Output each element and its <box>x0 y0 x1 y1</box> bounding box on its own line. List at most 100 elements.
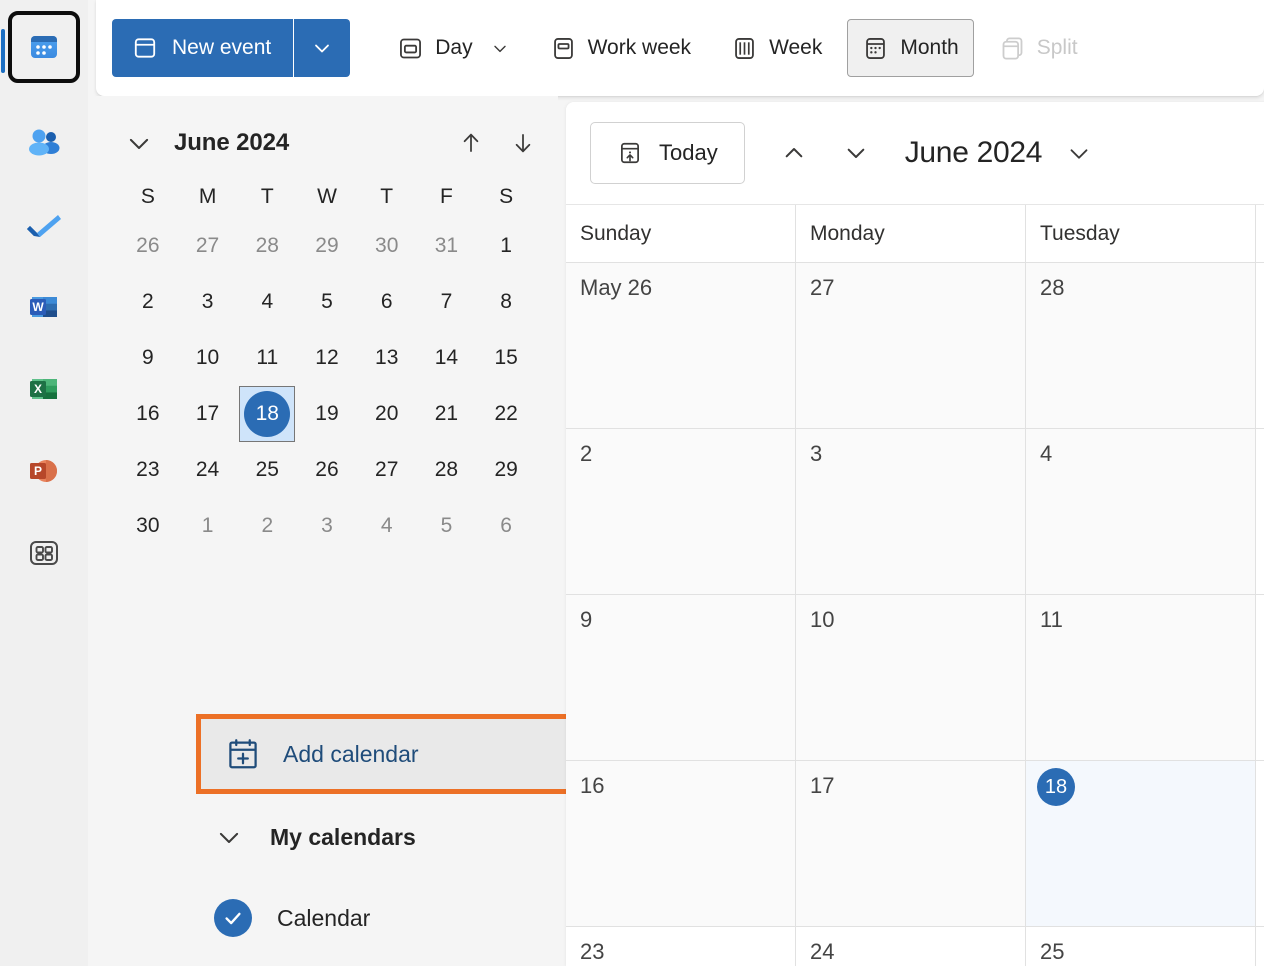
calendar-day-cell[interactable]: May 26 <box>566 263 796 428</box>
mini-calendar-day[interactable]: 1 <box>483 223 529 269</box>
mini-calendar-day-cell[interactable]: 31 <box>417 218 477 274</box>
mini-calendar-day[interactable]: 5 <box>423 503 469 549</box>
mini-calendar-day-cell[interactable]: 11 <box>237 330 297 386</box>
checkmark-circle-icon[interactable] <box>214 899 252 937</box>
calendar-next-button[interactable] <box>837 134 875 172</box>
mini-calendar-day[interactable]: 29 <box>483 447 529 493</box>
my-calendars-header[interactable]: My calendars <box>214 822 416 852</box>
mini-calendar-day[interactable]: 8 <box>483 279 529 325</box>
calendar-prev-button[interactable] <box>775 134 813 172</box>
mini-calendar-day-cell[interactable]: 21 <box>417 386 477 442</box>
mini-calendar-day-cell[interactable]: 8 <box>476 274 536 330</box>
mini-calendar-day-cell[interactable]: 26 <box>297 442 357 498</box>
mini-calendar-day-cell[interactable]: 16 <box>118 386 178 442</box>
mini-calendar-day[interactable]: 23 <box>125 447 171 493</box>
mini-calendar-day-cell[interactable]: 6 <box>476 498 536 554</box>
mini-calendar-day-cell[interactable]: 30 <box>118 498 178 554</box>
mini-calendar-day-cell[interactable]: 22 <box>476 386 536 442</box>
mini-calendar-day-cell[interactable]: 17 <box>178 386 238 442</box>
mini-calendar-day-cell[interactable]: 5 <box>417 498 477 554</box>
mini-calendar-day-cell[interactable]: 14 <box>417 330 477 386</box>
mini-calendar-day[interactable]: 7 <box>423 279 469 325</box>
mini-calendar-day-cell[interactable]: 2 <box>237 498 297 554</box>
rail-item-calendar[interactable] <box>1 11 80 83</box>
mini-calendar-day-cell[interactable]: 19 <box>297 386 357 442</box>
calendar-day-cell[interactable]: 11 <box>1026 595 1256 760</box>
view-button-day[interactable]: Day <box>382 19 524 77</box>
mini-calendar-day[interactable]: 25 <box>244 447 290 493</box>
mini-calendar-day[interactable]: 11 <box>244 335 290 381</box>
mini-calendar-day[interactable]: 1 <box>185 503 231 549</box>
mini-calendar-day[interactable]: 2 <box>125 279 171 325</box>
mini-calendar-day-cell[interactable]: 29 <box>297 218 357 274</box>
calendar-day-cell[interactable]: 3 <box>796 429 1026 594</box>
calendar-day-cell[interactable]: 9 <box>566 595 796 760</box>
mini-calendar-day[interactable]: 20 <box>364 391 410 437</box>
mini-calendar-day-cell[interactable]: 2 <box>118 274 178 330</box>
calendar-month-picker-button[interactable] <box>1064 138 1094 168</box>
calendar-day-cell[interactable]: 25 <box>1026 927 1256 966</box>
mini-calendar-today[interactable]: 18 <box>244 391 291 437</box>
calendar-day-cell[interactable]: 2 <box>566 429 796 594</box>
mini-calendar-day-cell[interactable]: 26 <box>118 218 178 274</box>
mini-calendar-day[interactable]: 26 <box>125 223 171 269</box>
calendar-day-cell[interactable]: 17 <box>796 761 1026 926</box>
calendar-day-cell[interactable]: 4 <box>1026 429 1256 594</box>
mini-calendar-day[interactable]: 21 <box>423 391 469 437</box>
mini-calendar-day-cell[interactable]: 5 <box>297 274 357 330</box>
mini-calendar-day[interactable]: 17 <box>185 391 231 437</box>
rail-item-more-apps[interactable] <box>8 517 80 589</box>
mini-calendar-day[interactable]: 27 <box>185 223 231 269</box>
view-button-month[interactable]: Month <box>847 19 974 77</box>
calendar-day-cell[interactable]: 24 <box>796 927 1026 966</box>
mini-calendar-day-cell[interactable]: 23 <box>118 442 178 498</box>
mini-calendar-day-cell[interactable]: 3 <box>178 274 238 330</box>
mini-calendar-collapse-button[interactable] <box>122 128 156 158</box>
mini-calendar-day-cell[interactable]: 10 <box>178 330 238 386</box>
mini-calendar-day[interactable]: 6 <box>364 279 410 325</box>
rail-item-people[interactable] <box>8 107 80 179</box>
rail-item-powerpoint[interactable]: P <box>8 435 80 507</box>
mini-calendar-day[interactable]: 27 <box>364 447 410 493</box>
mini-calendar-day-cell[interactable]: 27 <box>357 442 417 498</box>
mini-calendar-day-cell[interactable]: 7 <box>417 274 477 330</box>
calendar-day-cell[interactable]: 28 <box>1026 263 1256 428</box>
mini-calendar-day-cell[interactable]: 1 <box>178 498 238 554</box>
mini-calendar-day[interactable]: 31 <box>423 223 469 269</box>
mini-calendar-day[interactable]: 28 <box>244 223 290 269</box>
mini-calendar-day-cell[interactable]: 3 <box>297 498 357 554</box>
mini-calendar-day-cell[interactable]: 20 <box>357 386 417 442</box>
mini-calendar-day[interactable]: 24 <box>185 447 231 493</box>
mini-calendar-day[interactable]: 13 <box>364 335 410 381</box>
mini-calendar-day-cell[interactable]: 24 <box>178 442 238 498</box>
mini-calendar-day[interactable]: 9 <box>125 335 171 381</box>
mini-calendar-day[interactable]: 30 <box>125 503 171 549</box>
mini-calendar-day-cell[interactable]: 9 <box>118 330 178 386</box>
day-dropdown-caret[interactable] <box>490 38 510 58</box>
mini-calendar-day[interactable]: 19 <box>304 391 350 437</box>
mini-calendar-day[interactable]: 12 <box>304 335 350 381</box>
rail-item-todo[interactable] <box>8 189 80 261</box>
mini-calendar-day[interactable]: 22 <box>483 391 529 437</box>
mini-calendar-day-cell[interactable]: 28 <box>417 442 477 498</box>
calendar-day-cell[interactable]: 18 <box>1026 761 1256 926</box>
mini-calendar-day-cell[interactable]: 27 <box>178 218 238 274</box>
view-button-week[interactable]: Week <box>716 19 837 77</box>
mini-calendar-day[interactable]: 4 <box>244 279 290 325</box>
mini-calendar-day[interactable]: 30 <box>364 223 410 269</box>
mini-calendar-day[interactable]: 3 <box>185 279 231 325</box>
mini-calendar-day[interactable]: 5 <box>304 279 350 325</box>
calendar-day-cell[interactable]: 10 <box>796 595 1026 760</box>
mini-calendar-day[interactable]: 10 <box>185 335 231 381</box>
mini-calendar-day-cell[interactable]: 4 <box>237 274 297 330</box>
mini-calendar-day[interactable]: 29 <box>304 223 350 269</box>
mini-calendar-day-cell[interactable]: 28 <box>237 218 297 274</box>
mini-calendar-day-cell[interactable]: 15 <box>476 330 536 386</box>
mini-calendar-day[interactable]: 28 <box>423 447 469 493</box>
mini-calendar-prev-button[interactable] <box>456 128 486 158</box>
calendar-list-item[interactable]: Calendar <box>214 899 370 937</box>
mini-calendar-day[interactable]: 2 <box>244 503 290 549</box>
mini-calendar-day[interactable]: 16 <box>125 391 171 437</box>
mini-calendar-day[interactable]: 14 <box>423 335 469 381</box>
today-button[interactable]: Today <box>590 122 745 184</box>
